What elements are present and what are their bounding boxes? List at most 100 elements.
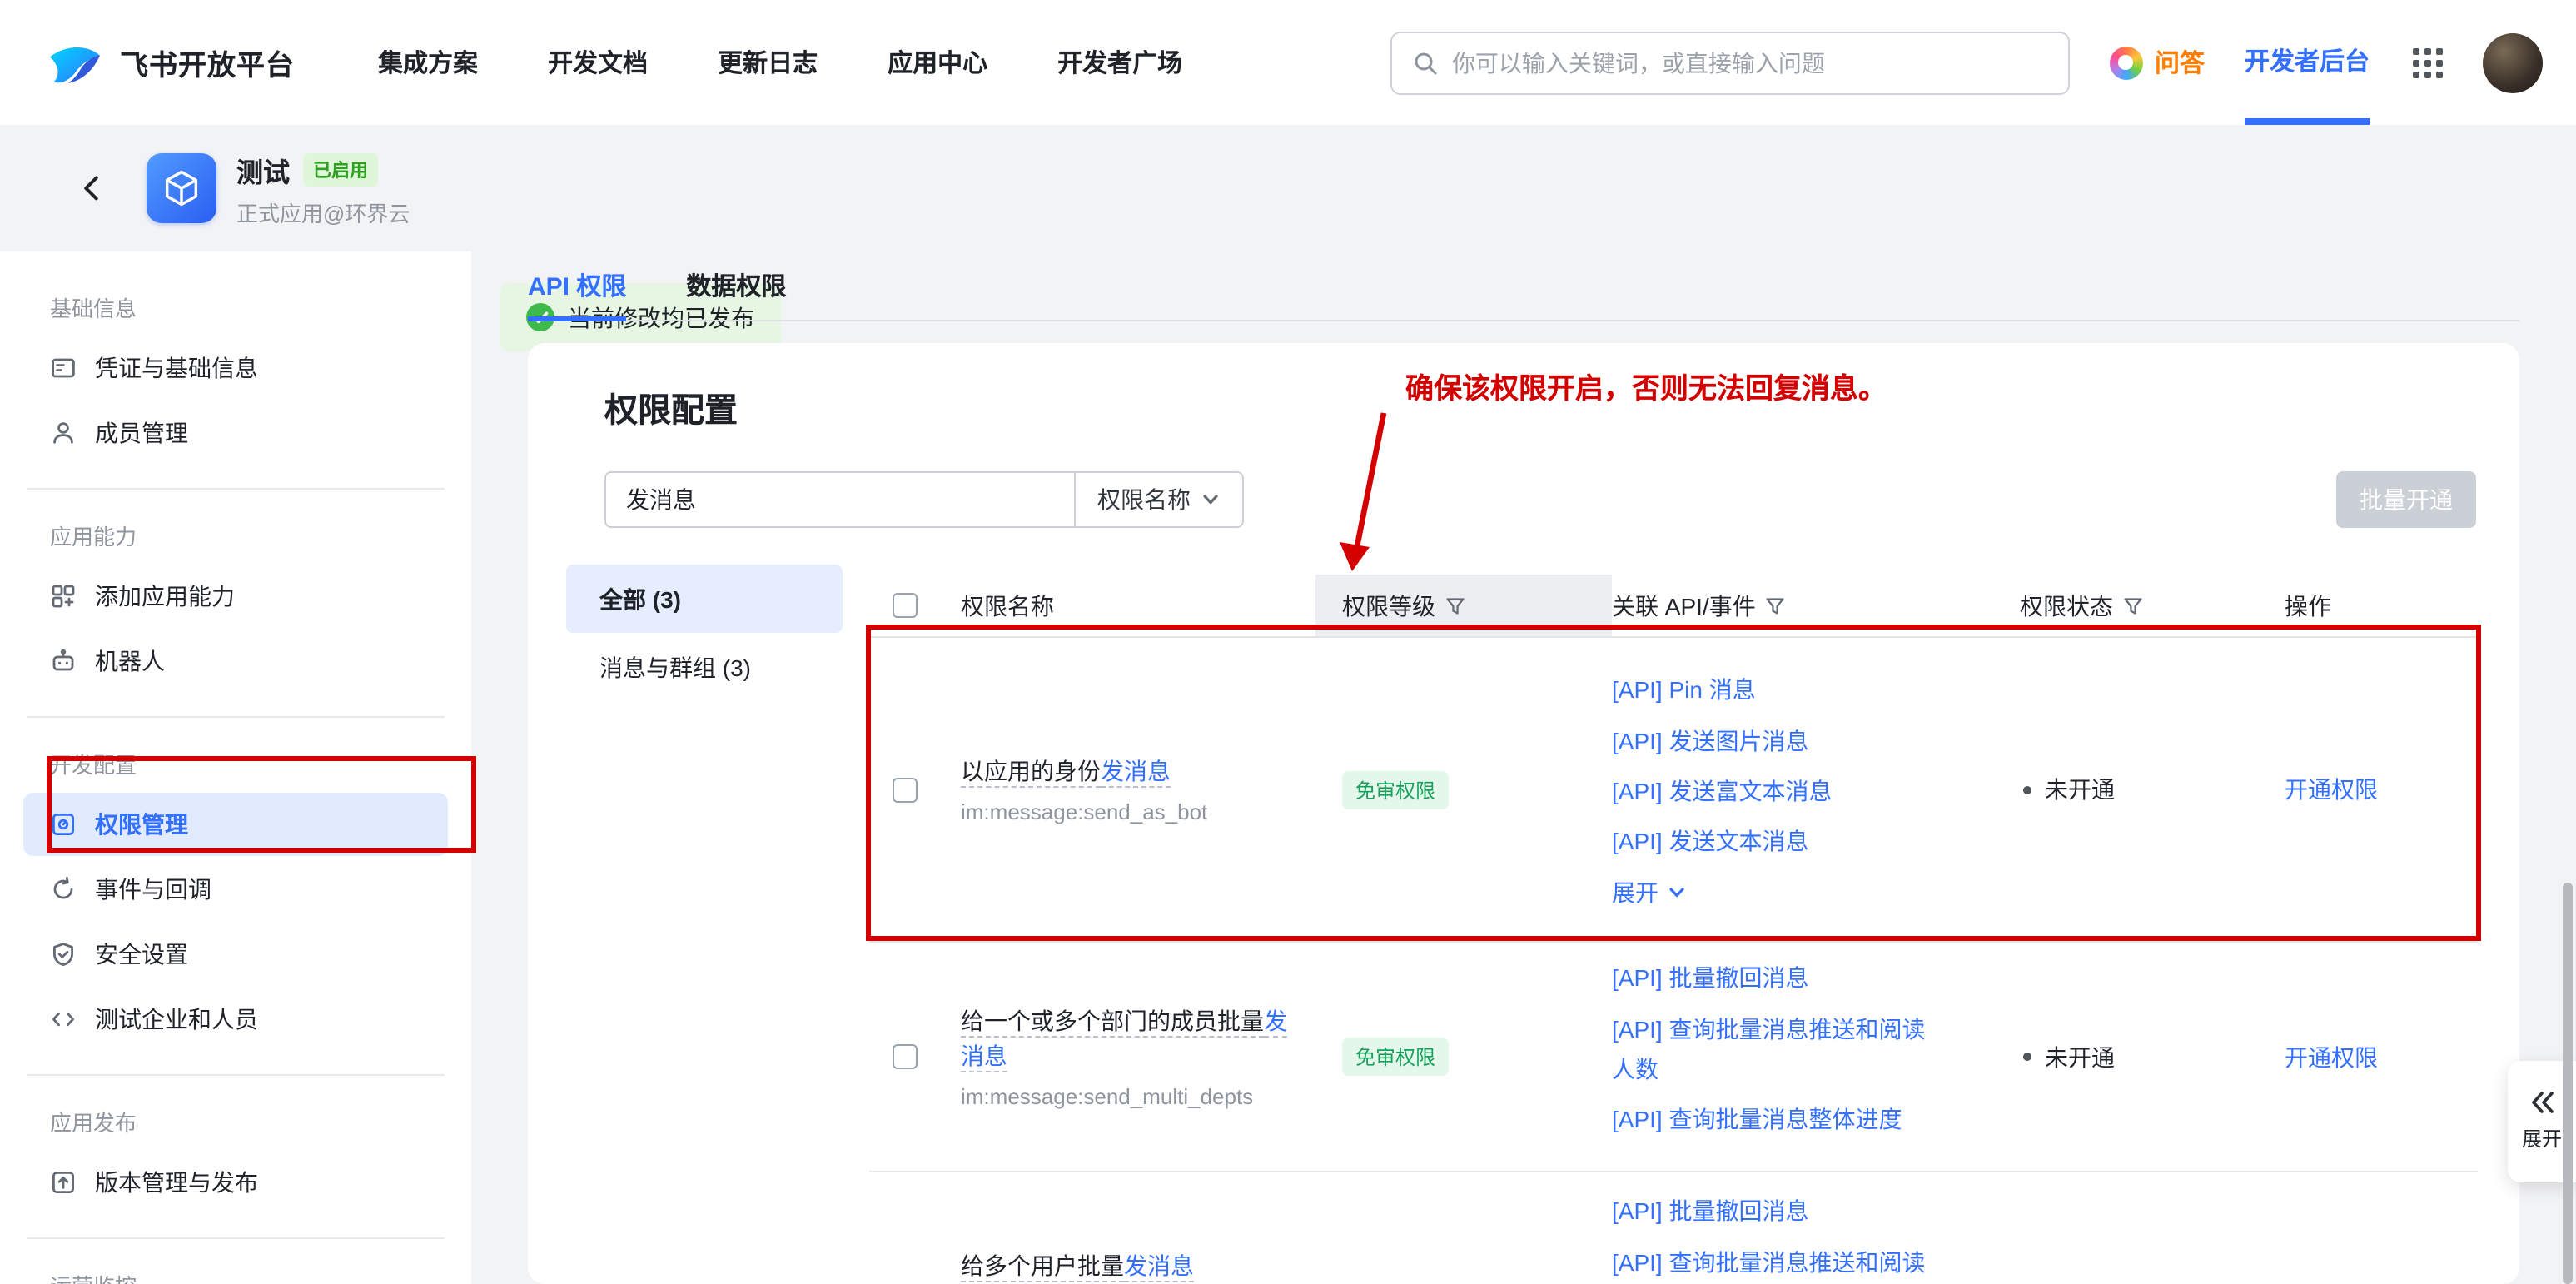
top-navbar: 飞书开放平台 集成方案 开发文档 更新日志 应用中心 开发者广场 问答 开发者后… xyxy=(0,0,2576,125)
sidebar-item-label: 权限管理 xyxy=(95,808,188,841)
global-search-input[interactable] xyxy=(1452,49,2048,76)
app-meta: 测试 已启用 正式应用@环界云 xyxy=(236,149,410,227)
select-all-checkbox[interactable] xyxy=(893,593,918,618)
open-permission-link[interactable]: 开通权限 xyxy=(2285,1040,2378,1073)
qa-icon xyxy=(2110,46,2143,79)
expand-apis-link[interactable]: 展开 xyxy=(1612,867,1937,918)
double-chevron-left-icon xyxy=(2529,1091,2555,1114)
col-header-status[interactable]: 权限状态 xyxy=(2020,575,2285,636)
permission-config-card: 权限配置 确保该权限开启，否则无法回复消息。 权限名称 批量开通 全部 (3) … xyxy=(528,343,2519,1284)
annotation-note: 确保该权限开启，否则无法回复消息。 xyxy=(1405,365,1887,406)
col-header-level[interactable]: 权限等级 xyxy=(1315,575,1612,636)
row-checkbox[interactable] xyxy=(893,1044,918,1069)
scrollbar-thumb[interactable] xyxy=(2563,883,2573,1284)
filter-icon xyxy=(2123,595,2143,615)
event-callback-icon xyxy=(50,876,77,903)
api-link[interactable]: [API] 发送图片消息 xyxy=(1612,715,1937,766)
sidebar-item-label: 机器人 xyxy=(95,644,165,678)
divider xyxy=(27,1074,445,1076)
api-link[interactable]: [API] 发送富文本消息 xyxy=(1612,766,1937,817)
user-avatar[interactable] xyxy=(2483,32,2543,92)
sidebar-item-events[interactable]: 事件与回调 xyxy=(23,858,448,921)
api-link[interactable]: [API] 发送文本消息 xyxy=(1612,816,1937,867)
sidebar-item-credentials[interactable]: 凭证与基础信息 xyxy=(23,336,448,400)
sidebar-item-label: 版本管理与发布 xyxy=(95,1166,258,1199)
nav-item-app-center[interactable]: 应用中心 xyxy=(888,45,987,80)
sidebar-item-security[interactable]: 安全设置 xyxy=(23,923,448,986)
apps-grid-icon[interactable] xyxy=(2413,47,2443,77)
id-card-icon xyxy=(50,355,77,381)
sidebar-item-add-capability[interactable]: 添加应用能力 xyxy=(23,565,448,628)
permission-search-input[interactable] xyxy=(606,473,1074,526)
sidebar-section-release: 应用发布 xyxy=(50,1106,445,1137)
sidebar-item-permissions[interactable]: 权限管理 xyxy=(23,793,448,856)
api-link[interactable]: [API] 批量撤回消息 xyxy=(1612,1186,1937,1237)
sidebar-item-label: 测试企业和人员 xyxy=(95,1003,258,1036)
search-type-select[interactable]: 权限名称 xyxy=(1074,473,1242,526)
table-row: 给多个用户批量发消息 [API] 批量撤回消息 [API] 查询批量消息推送和阅… xyxy=(869,1172,2478,1284)
filter-icon xyxy=(1766,595,1786,615)
sidebar-item-label: 安全设置 xyxy=(95,938,188,971)
nav-item-changelog[interactable]: 更新日志 xyxy=(718,45,818,80)
sidebar-item-test-org[interactable]: 测试企业和人员 xyxy=(23,988,448,1051)
search-icon xyxy=(1412,49,1439,76)
sidebar-item-members[interactable]: 成员管理 xyxy=(23,401,448,465)
back-button[interactable] xyxy=(77,173,107,203)
col-header-apis[interactable]: 关联 API/事件 xyxy=(1612,575,2020,636)
open-permission-link[interactable]: 开通权限 xyxy=(2285,773,2378,806)
app-header: 测试 已启用 正式应用@环界云 当前修改均已发布 xyxy=(0,125,2576,251)
batch-open-button[interactable]: 批量开通 xyxy=(2336,471,2476,528)
api-links: [API] 批量撤回消息 [API] 查询批量消息推送和阅读人数 [API] 查… xyxy=(1612,943,2020,1171)
nav-item-dev-plaza[interactable]: 开发者广场 xyxy=(1057,45,1182,80)
annotation-arrow xyxy=(1297,403,1414,590)
tab-api-permissions[interactable]: API 权限 xyxy=(528,250,626,321)
permission-name-link[interactable]: 发消息 xyxy=(1101,758,1171,788)
table-header-row: 权限名称 权限等级 关联 API/事件 权限状态 操作 xyxy=(869,575,2478,638)
page-title: 权限配置 xyxy=(604,383,738,431)
col-header-name: 权限名称 xyxy=(961,575,1342,636)
app-subtitle: 正式应用@环界云 xyxy=(236,196,410,227)
sidebar-item-label: 成员管理 xyxy=(95,416,188,450)
row-checkbox[interactable] xyxy=(893,777,918,802)
permission-name-link[interactable]: 发消息 xyxy=(1124,1252,1194,1282)
api-links: [API] 批量撤回消息 [API] 查询批量消息推送和阅读 xyxy=(1612,1172,2020,1284)
developer-console-tab[interactable]: 开发者后台 xyxy=(2245,0,2370,125)
app-status-badge: 已启用 xyxy=(303,152,378,186)
sidebar: 基础信息 凭证与基础信息 成员管理 应用能力 添加应用能力 xyxy=(0,251,471,1284)
table-row: 以应用的身份发消息 im:message:send_as_bot 免审权限 [A… xyxy=(869,638,2478,943)
shield-check-icon xyxy=(50,941,77,968)
category-all[interactable]: 全部 (3) xyxy=(566,565,843,633)
divider xyxy=(27,716,445,718)
level-tag: 免审权限 xyxy=(1342,1038,1449,1076)
api-link[interactable]: [API] 查询批量消息推送和阅读人数 xyxy=(1612,1003,1937,1094)
sidebar-item-version-release[interactable]: 版本管理与发布 xyxy=(23,1151,448,1214)
safe-icon xyxy=(50,811,77,838)
qa-link[interactable]: 问答 xyxy=(2110,45,2205,80)
permission-search-group: 权限名称 xyxy=(604,471,1244,528)
sidebar-item-bot[interactable]: 机器人 xyxy=(23,630,448,693)
divider xyxy=(528,320,2519,321)
user-icon xyxy=(50,420,77,446)
permission-code: im:message:send_multi_depts xyxy=(961,1084,1253,1109)
table-row: 给一个或多个部门的成员批量发消息 im:message:send_multi_d… xyxy=(869,943,2478,1172)
divider xyxy=(27,1237,445,1239)
api-link[interactable]: [API] 查询批量消息整体进度 xyxy=(1612,1094,1937,1145)
code-icon xyxy=(50,1006,77,1033)
expand-panel-label: 展开 xyxy=(2522,1124,2562,1152)
api-link[interactable]: [API] 批量撤回消息 xyxy=(1612,953,1937,1003)
status-text: 未开通 xyxy=(2045,773,2115,806)
filter-icon xyxy=(1445,595,1465,615)
tab-data-permissions[interactable]: 数据权限 xyxy=(686,250,786,321)
feishu-logo-icon[interactable] xyxy=(47,37,103,87)
category-message-group[interactable]: 消息与群组 (3) xyxy=(566,633,843,701)
nav-item-solutions[interactable]: 集成方案 xyxy=(378,45,478,80)
search-type-label: 权限名称 xyxy=(1097,483,1191,516)
api-link[interactable]: [API] Pin 消息 xyxy=(1612,664,1937,715)
robot-icon xyxy=(50,648,77,674)
global-search[interactable] xyxy=(1390,31,2070,94)
nav-item-docs[interactable]: 开发文档 xyxy=(548,45,648,80)
status-dot xyxy=(2023,1053,2031,1061)
sidebar-section-dev-config: 开发配置 xyxy=(50,748,445,779)
developer-console-label: 开发者后台 xyxy=(2245,43,2370,78)
api-link[interactable]: [API] 查询批量消息推送和阅读 xyxy=(1612,1237,1937,1284)
